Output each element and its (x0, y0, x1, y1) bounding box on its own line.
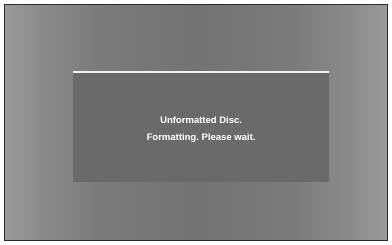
formatting-wait-message: Formatting. Please wait. (146, 132, 256, 143)
tv-screen: Unformatted Disc. Formatting. Please wai… (4, 4, 388, 241)
status-dialog: Unformatted Disc. Formatting. Please wai… (73, 71, 329, 182)
unformatted-disc-message: Unformatted Disc. (160, 115, 242, 126)
